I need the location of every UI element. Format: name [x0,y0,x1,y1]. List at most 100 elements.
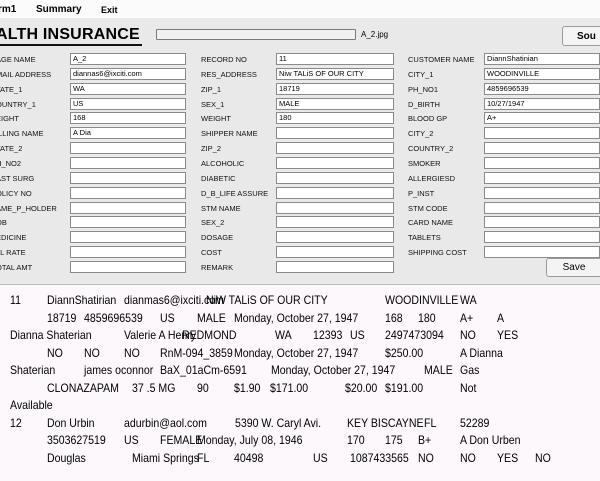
c2-input-14[interactable] [276,260,394,273]
c2-label-6: ZIP_2 [201,144,222,154]
record-token: 12393 [313,328,343,342]
c1-label-14: OTAL AMT [0,262,33,272]
c2-input-0[interactable]: 11 [276,53,394,65]
record-token: A Don Urben [460,433,521,447]
record-token: 2497473094 [385,328,444,342]
record-token: NO [47,345,63,360]
record-token: WOODINVILLE [385,293,459,307]
c3-input-11[interactable] [484,216,600,229]
c1-label-0: AGE NAME [0,55,36,64]
record-token: Not [460,380,477,395]
c2-input-11[interactable] [276,216,394,229]
c3-input-8[interactable] [484,171,600,184]
c1-input-5[interactable]: A Dia [70,127,186,140]
c3-label-5: CITY_2 [408,129,434,139]
c3-input-0[interactable]: DiannShatinian [484,53,600,65]
record-token: Available [10,398,53,412]
title-underline [0,44,142,46]
c2-input-7[interactable] [276,156,394,169]
c1-input-7[interactable] [70,156,186,169]
c3-label-2: PH_NO1 [408,84,439,94]
c3-input-7[interactable] [484,156,600,169]
record-token: Douglas [47,450,86,465]
record-token: NO [460,450,476,465]
c3-input-12[interactable] [484,231,600,244]
c2-input-2[interactable]: 18719 [276,82,394,95]
c3-input-13[interactable] [484,246,600,259]
c3-input-3[interactable]: 10/27/1947 [484,97,600,110]
record-token: FL [197,450,210,465]
c2-input-13[interactable] [276,246,394,259]
c1-input-0[interactable]: A_2 [70,53,186,65]
c2-label-2: ZIP_1 [201,84,222,94]
c2-label-10: STM NAME [201,203,241,213]
record-token: NO [460,328,476,342]
c1-label-10: AME_P_HOLDER [0,203,57,213]
c2-input-8[interactable] [276,171,394,184]
menu-form1[interactable]: rm1 [0,4,16,15]
record-line-6: Available [0,398,600,416]
c2-input-3[interactable]: MALE [276,97,394,110]
c1-input-14[interactable] [70,260,186,273]
record-token: FEMALE [160,433,203,447]
c1-input-10[interactable] [70,201,186,214]
c3-input-5[interactable] [484,127,600,140]
record-token: RnM-094_3859 [160,345,233,360]
c1-input-3[interactable]: US [70,97,186,110]
record-token: NO [535,450,551,465]
c1-input-6[interactable] [70,142,186,155]
record-token: US [313,450,328,465]
c2-input-12[interactable] [276,231,394,244]
menu-exit[interactable]: Exit [101,5,118,15]
c3-label-12: TABLETS [408,233,441,243]
c3-label-10: STM CODE [408,203,448,213]
c2-label-8: DIABETIC [201,173,236,183]
record-token: B+ [418,433,432,447]
source-button[interactable]: Sou [562,26,600,46]
save-button[interactable]: Save [546,258,600,277]
c2-input-6[interactable] [276,142,394,155]
c3-input-4[interactable]: A+ [484,112,600,125]
record-token: A [497,310,505,325]
record-token: 52289 [460,415,490,430]
c2-input-5[interactable] [276,127,394,140]
c2-label-11: SEX_2 [201,218,225,228]
c1-input-13[interactable] [70,246,186,259]
c1-input-11[interactable] [70,216,186,229]
c1-input-4[interactable]: 168 [70,112,186,125]
record-token: 5390 W. Caryl Avi. [235,415,322,430]
record-line-4: Shaterian james oconnor BaX_01aCm-6591 Mond… [0,363,600,381]
c1-input-1[interactable]: diannas6@ixciti.com [70,67,186,80]
record-token: $191.00 [385,380,424,395]
record-token: DiannShatirian [47,293,117,307]
record-token: REDMOND [182,328,237,342]
record-token: NO [418,450,434,465]
record-token: james oconnor [84,363,154,377]
record-token: 180 [418,310,436,325]
c1-label-8: AST SURG [0,173,35,183]
c2-label-9: D_B_LIFE ASSURE [201,188,269,198]
c1-input-8[interactable] [70,171,186,184]
c3-input-1[interactable]: WOODINVILLE [484,67,600,80]
c3-input-9[interactable] [484,186,600,199]
progress-bar [156,29,356,40]
c1-label-9: OLICY NO [0,188,32,198]
c2-input-9[interactable] [276,186,394,199]
c2-input-4[interactable]: 180 [276,112,394,125]
record-token: FL [424,415,437,430]
c1-input-12[interactable] [70,231,186,244]
c2-input-10[interactable] [276,201,394,214]
c2-input-1[interactable]: Niw TALiS OF OUR CITY [276,67,394,80]
c3-input-6[interactable] [484,142,600,155]
c2-label-0: RECORD NO [201,55,247,64]
records-text-area[interactable]: 11 DiannShatirian dianmas6@ixciti.com NiW T… [0,284,600,481]
record-line-1: 18719 4859696539 US MALE Monday, October 27,… [0,311,600,329]
c3-input-10[interactable] [484,201,600,214]
c3-input-2[interactable]: 4859696539 [484,82,600,95]
c1-input-2[interactable]: WA [70,82,186,95]
record-token: US [160,310,175,325]
c1-input-9[interactable] [70,186,186,199]
c2-label-5: SHIPPER NAME [201,129,258,139]
record-token: WA [460,293,477,307]
menu-summary[interactable]: Summary [36,4,82,15]
